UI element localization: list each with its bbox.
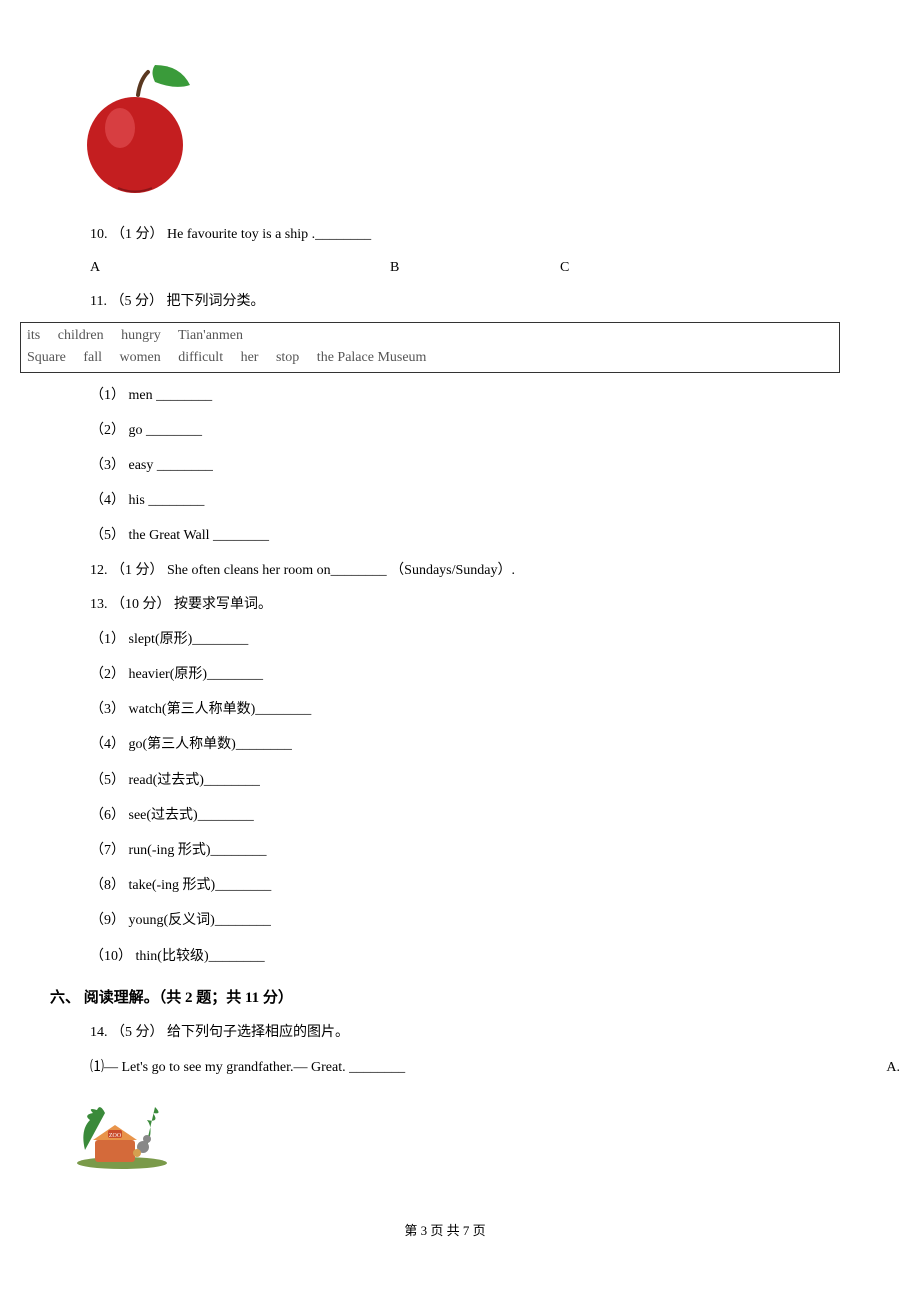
q13-sub9: （9） young(反义词)________ bbox=[90, 908, 840, 933]
q14-item1: ⑴— Let's go to see my grandfather.— Grea… bbox=[90, 1055, 900, 1080]
q13-sub5: （5） read(过去式)________ bbox=[90, 768, 840, 793]
q10-line: 10. （1 分） He favourite toy is a ship .__… bbox=[90, 222, 840, 247]
q11-sub4: （4） his ________ bbox=[90, 488, 840, 513]
q13-sub2: （2） heavier(原形)________ bbox=[90, 662, 840, 687]
q12-points: （1 分） bbox=[111, 563, 164, 578]
q11-line: 11. （5 分） 把下列词分类。 bbox=[90, 289, 840, 314]
q13-sub6: （6） see(过去式)________ bbox=[90, 803, 840, 828]
q11-sub1: （1） men ________ bbox=[90, 383, 840, 408]
q13-sub8: （8） take(-ing 形式)________ bbox=[90, 873, 840, 898]
q10-opt-a: A bbox=[90, 255, 390, 280]
q13-sub3: （3） watch(第三人称单数)________ bbox=[90, 697, 840, 722]
svg-text:ZOO: ZOO bbox=[109, 1133, 122, 1139]
q11-sub5: （5） the Great Wall ________ bbox=[90, 523, 840, 548]
q12-line: 12. （1 分） She often cleans her room on__… bbox=[90, 558, 840, 583]
q14-text: 给下列句子选择相应的图片。 bbox=[167, 1025, 349, 1040]
word-classification-box: its children hungry Tian'anmen Square fa… bbox=[20, 322, 840, 373]
q13-line: 13. （10 分） 按要求写单词。 bbox=[90, 592, 840, 617]
q12-num: 12. bbox=[90, 563, 108, 578]
q13-points: （10 分） bbox=[111, 597, 171, 612]
q11-points: （5 分） bbox=[110, 294, 163, 309]
q13-sub10: （10） thin(比较级)________ bbox=[90, 944, 840, 969]
q10-opt-b: B bbox=[390, 255, 560, 280]
q13-text: 按要求写单词。 bbox=[174, 597, 272, 612]
section6-header: 六、 阅读理解。（共 2 题；共 11 分） bbox=[50, 985, 840, 1012]
q10-text: He favourite toy is a ship .________ bbox=[167, 227, 371, 242]
page-footer: 第 3 页 共 7 页 bbox=[50, 1219, 840, 1242]
q10-points: （1 分） bbox=[111, 227, 164, 242]
q11-text: 把下列词分类。 bbox=[166, 294, 264, 309]
q12-text: She often cleans her room on________ （Su… bbox=[167, 563, 515, 578]
zoo-image: ZOO bbox=[75, 1095, 170, 1170]
q14-num: 14. bbox=[90, 1025, 108, 1040]
q14-item1-left: ⑴— Let's go to see my grandfather.— Grea… bbox=[90, 1055, 405, 1080]
q13-sub1: （1） slept(原形)________ bbox=[90, 627, 840, 652]
apple-image bbox=[70, 60, 200, 195]
q11-sub2: （2） go ________ bbox=[90, 418, 840, 443]
q13-sub7: （7） run(-ing 形式)________ bbox=[90, 838, 840, 863]
q10-num: 10. bbox=[90, 227, 108, 242]
q14-line: 14. （5 分） 给下列句子选择相应的图片。 bbox=[90, 1020, 840, 1045]
q13-sub4: （4） go(第三人称单数)________ bbox=[90, 732, 840, 757]
q14-item1-right: A. bbox=[886, 1055, 900, 1080]
word-box-line2: Square fall women difficult her stop the… bbox=[27, 347, 833, 369]
q11-num: 11. bbox=[90, 294, 107, 309]
q14-points: （5 分） bbox=[111, 1025, 164, 1040]
q10-options: A B C bbox=[90, 255, 840, 280]
q10-opt-c: C bbox=[560, 255, 569, 280]
word-box-line1: its children hungry Tian'anmen bbox=[27, 325, 833, 347]
q13-num: 13. bbox=[90, 597, 108, 612]
q11-sub3: （3） easy ________ bbox=[90, 453, 840, 478]
